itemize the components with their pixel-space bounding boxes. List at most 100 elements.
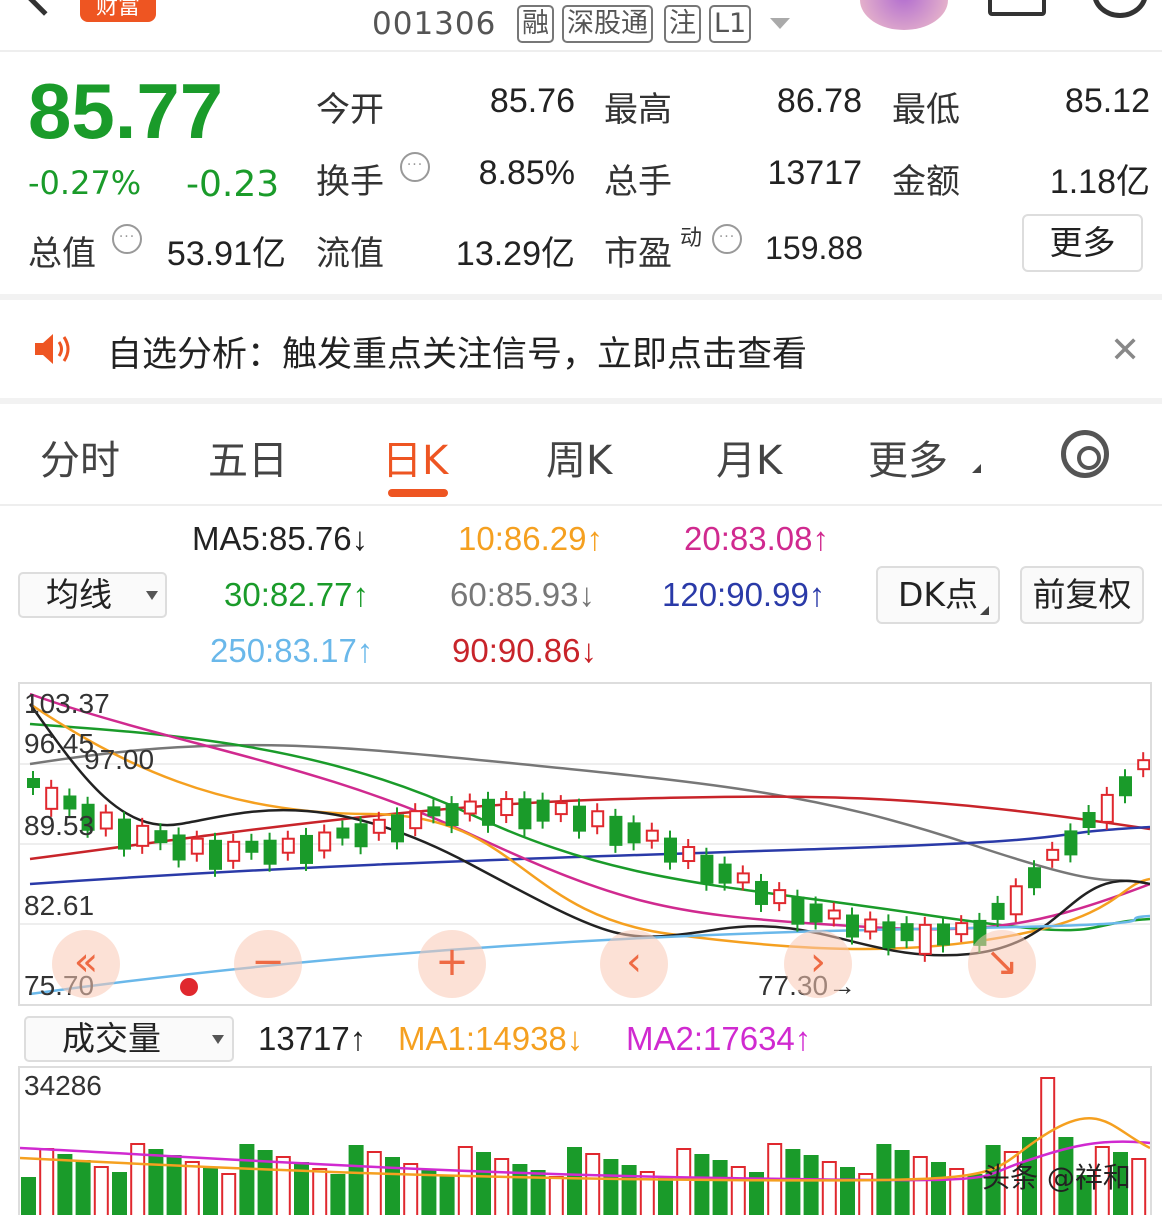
candle-body <box>536 799 550 822</box>
divider <box>0 294 1162 300</box>
notice-text[interactable]: 自选分析：触发重点关注信号，立即点击查看 <box>107 326 807 377</box>
dk-point-button[interactable]: DK点 <box>876 566 1000 624</box>
candle-body <box>955 922 969 936</box>
y-axis-label: 103.37 <box>24 688 110 719</box>
zoom-out-button[interactable]: − <box>234 930 302 998</box>
candle-body <box>1009 885 1023 916</box>
scroll-left-button[interactable]: ‹ <box>600 930 668 998</box>
top-bar: 财富 001306 融 深股通 注 L1 <box>0 0 1162 52</box>
tab-monthly-k[interactable]: 月K <box>716 428 782 486</box>
candle-body <box>463 800 477 815</box>
tab-five-day[interactable]: 五日 <box>208 428 288 486</box>
candle-body <box>827 909 841 920</box>
volume-bar <box>203 1167 218 1215</box>
volume-bar <box>93 1166 109 1215</box>
candle-body <box>609 815 623 846</box>
candle-body <box>1100 793 1114 823</box>
amount-value: 1.18亿 <box>1049 163 1150 201</box>
volume-bar <box>21 1177 36 1215</box>
volume-select[interactable]: 成交量 <box>24 1016 234 1062</box>
info-icon[interactable]: ··· <box>712 224 742 254</box>
candle-body <box>554 802 568 816</box>
candle-body <box>1028 867 1041 889</box>
gear-icon[interactable] <box>1061 430 1109 478</box>
candle-body <box>263 839 277 865</box>
volume-bar <box>894 1150 910 1215</box>
candle-body <box>99 811 113 830</box>
candle-body <box>864 918 878 933</box>
ma-curve <box>29 692 1150 931</box>
brand-badge: 财富 <box>80 0 156 22</box>
volume-bar <box>275 1156 291 1215</box>
candle-body <box>664 837 677 863</box>
pe-label: 市盈 <box>604 234 672 274</box>
volume-bar <box>312 1168 328 1215</box>
tab-intraday[interactable]: 分时 <box>40 428 120 486</box>
volume-bar <box>603 1159 619 1215</box>
back-icon[interactable] <box>24 0 64 16</box>
candle-body <box>27 778 40 788</box>
candle-body <box>882 921 896 949</box>
volume-label: 总手 <box>604 162 672 202</box>
info-icon[interactable]: ··· <box>112 224 142 254</box>
ma-select[interactable]: 均线 <box>18 572 167 618</box>
volume-bar <box>1131 1158 1147 1215</box>
volume-bar <box>658 1177 673 1215</box>
high-label: 最高 <box>604 90 672 130</box>
forward-adjust-button[interactable]: 前复权 <box>1020 566 1144 624</box>
tab-more[interactable]: 更多 <box>868 428 948 486</box>
market-cap-value: 53.91亿 <box>166 235 286 273</box>
tab-daily-k[interactable]: 日K <box>382 428 448 486</box>
candle-body <box>281 837 295 854</box>
candle-body <box>682 846 696 863</box>
candle-body <box>118 818 131 850</box>
dropdown-corner-icon <box>980 606 989 615</box>
avatar[interactable] <box>860 0 948 30</box>
pe-value: 159.88 <box>765 230 863 266</box>
candle-body <box>318 831 332 852</box>
scroll-right-button[interactable]: › <box>784 930 852 998</box>
ma20-value: 20:83.08↑ <box>684 520 829 557</box>
candle-body <box>354 823 368 848</box>
change-amount: -0.23 <box>186 164 280 205</box>
ma250-value: 250:83.17↑ <box>210 632 374 669</box>
open-value: 85.76 <box>489 82 575 120</box>
volume-bar <box>457 1146 473 1215</box>
ma120-value: 120:90.99↑ <box>662 576 826 613</box>
divider <box>0 398 1162 404</box>
candle-body <box>372 818 386 834</box>
candle-body <box>482 798 495 826</box>
ma60-value: 60:85.93↓ <box>450 576 595 613</box>
close-icon[interactable]: ✕ <box>1110 330 1140 371</box>
open-label: 今开 <box>316 90 384 130</box>
candle-body <box>937 923 950 946</box>
candle-body <box>172 834 186 861</box>
zoom-in-button[interactable]: + <box>418 930 486 998</box>
fast-back-button[interactable]: « <box>52 930 120 998</box>
info-icon[interactable]: ··· <box>400 152 430 182</box>
candle-body <box>209 839 222 870</box>
search-icon[interactable] <box>1092 0 1148 18</box>
change-percent: -0.27% <box>28 164 142 202</box>
candle-body <box>718 863 732 884</box>
candle-body <box>1082 812 1096 829</box>
tab-weekly-k[interactable]: 周K <box>546 428 612 486</box>
chevron-down-icon[interactable] <box>770 18 790 29</box>
ma-curve <box>28 703 1150 957</box>
more-button[interactable]: 更多 <box>1022 214 1143 272</box>
volume-bar <box>439 1175 455 1215</box>
candle-body <box>409 810 423 830</box>
volume-bar <box>57 1154 73 1215</box>
high-value: 86.78 <box>776 82 862 120</box>
window-icon[interactable] <box>988 0 1046 16</box>
chevron-down-icon <box>146 591 158 600</box>
volume-bar <box>785 1149 801 1215</box>
expand-button[interactable]: ↘ <box>968 930 1036 998</box>
divider <box>0 504 1162 506</box>
amount-label: 金额 <box>892 162 960 202</box>
ma90-value: 90:90.86↓ <box>452 632 597 669</box>
volume-ma2: MA2:17634↑ <box>626 1020 812 1057</box>
candle-body <box>1119 776 1132 797</box>
ma5-value: MA5:85.76↓ <box>192 520 369 557</box>
candle-body <box>755 880 768 905</box>
